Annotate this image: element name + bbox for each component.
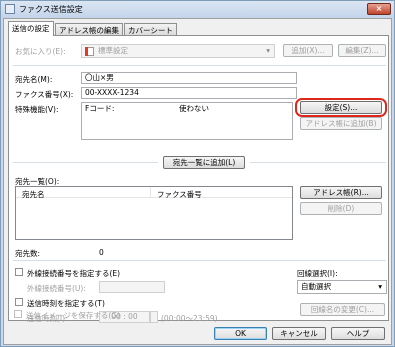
addressbook-button[interactable]: アドレス帳(R)... [300, 186, 382, 199]
divider [13, 162, 158, 163]
help-button[interactable]: ヘルプ [331, 327, 385, 340]
chevron-down-icon: ▾ [266, 46, 270, 55]
fax-settings-window: ファクス送信設定 × 送信の設定 アドレス帳の編集 カバーシート お気に入り(E… [0, 0, 395, 347]
dialog-client-area: 送信の設定 アドレス帳の編集 カバーシート お気に入り(E): 標準設定 ▾ 追… [3, 18, 392, 345]
recipient-name-label: 宛先名(M): [15, 75, 53, 84]
favorites-doc-icon [85, 47, 94, 56]
fax-number-label: ファクス番号(X): [15, 90, 74, 99]
line-select-label: 回線選択(I): [297, 269, 338, 278]
favorites-value: 標準設定 [98, 46, 128, 55]
favorites-add-button[interactable]: 追加(X)... [283, 44, 333, 57]
special-settings-button[interactable]: 設定(S)... [300, 101, 382, 114]
fcode-value: 使わない [179, 104, 209, 113]
outside-line-checkbox-label[interactable]: 外線接続番号を指定する(E) [27, 268, 120, 279]
add-to-addressbook-button[interactable]: アドレス帳に追加(B) [300, 117, 382, 130]
outside-line-number-input[interactable] [99, 281, 165, 293]
recipient-count-value: 0 [99, 248, 104, 257]
column-divider [150, 187, 151, 198]
column-header-fax[interactable]: ファクス番号 [157, 189, 202, 200]
line-select-value: 自動選択 [301, 282, 331, 291]
column-header-name[interactable]: 宛先名 [22, 189, 45, 200]
title-bar[interactable]: ファクス送信設定 × [1, 1, 394, 18]
fax-app-icon [5, 4, 15, 14]
save-image-checkbox-label[interactable]: 送信イメージを保存する(G) [26, 310, 120, 321]
save-image-checkbox[interactable] [14, 310, 22, 318]
divider [13, 260, 386, 261]
outside-line-number-label: 外線接続番号(U): [27, 284, 86, 293]
tab-send-settings[interactable]: 送信の設定 [8, 21, 54, 36]
fcode-label: Fコード: [85, 104, 115, 113]
cancel-button[interactable]: キャンセル [272, 327, 326, 340]
rename-line-button[interactable]: 回線名の変更(C)... [300, 303, 385, 316]
fax-number-input[interactable]: 00-XXXX-1234 [81, 87, 297, 99]
tab-cover-sheet[interactable]: カバーシート [124, 23, 177, 35]
divider [250, 162, 386, 163]
send-time-checkbox[interactable] [15, 298, 23, 306]
list-header: 宛先名 ファクス番号 [16, 187, 292, 200]
send-settings-panel: お気に入り(E): 標準設定 ▾ 追加(X)... 編集(Z)... 宛先名(M… [8, 35, 389, 323]
tab-edit-addressbook[interactable]: アドレス帳の編集 [55, 23, 123, 35]
recipient-list[interactable]: 宛先名 ファクス番号 [15, 186, 293, 240]
window-title: ファクス送信設定 [19, 5, 83, 14]
favorites-edit-button[interactable]: 編集(Z)... [338, 44, 386, 57]
send-time-spinner[interactable] [150, 311, 158, 323]
delete-button[interactable]: 削除(D) [300, 202, 382, 215]
special-function-label: 特殊機能(V): [15, 105, 59, 114]
recipient-name-input[interactable]: 〇山×男 [81, 72, 297, 84]
send-time-range-hint: (00:00〜23:59) [161, 314, 218, 323]
favorites-label: お気に入り(E): [15, 47, 66, 56]
outside-line-checkbox[interactable] [15, 268, 23, 276]
divider [13, 65, 386, 66]
send-time-checkbox-label[interactable]: 送信時刻を指定する(T) [27, 298, 105, 309]
line-select-dropdown[interactable]: 自動選択 ▾ [297, 280, 387, 294]
ok-button[interactable]: OK [214, 327, 267, 340]
special-function-box: Fコード: 使わない [81, 102, 293, 140]
recipient-count-label: 宛先数: [15, 249, 41, 258]
add-to-recipient-list-button[interactable]: 宛先一覧に追加(L) [163, 156, 245, 169]
favorites-select[interactable]: 標準設定 ▾ [81, 44, 275, 58]
close-button[interactable]: × [367, 3, 391, 15]
chevron-down-icon: ▾ [378, 282, 382, 291]
